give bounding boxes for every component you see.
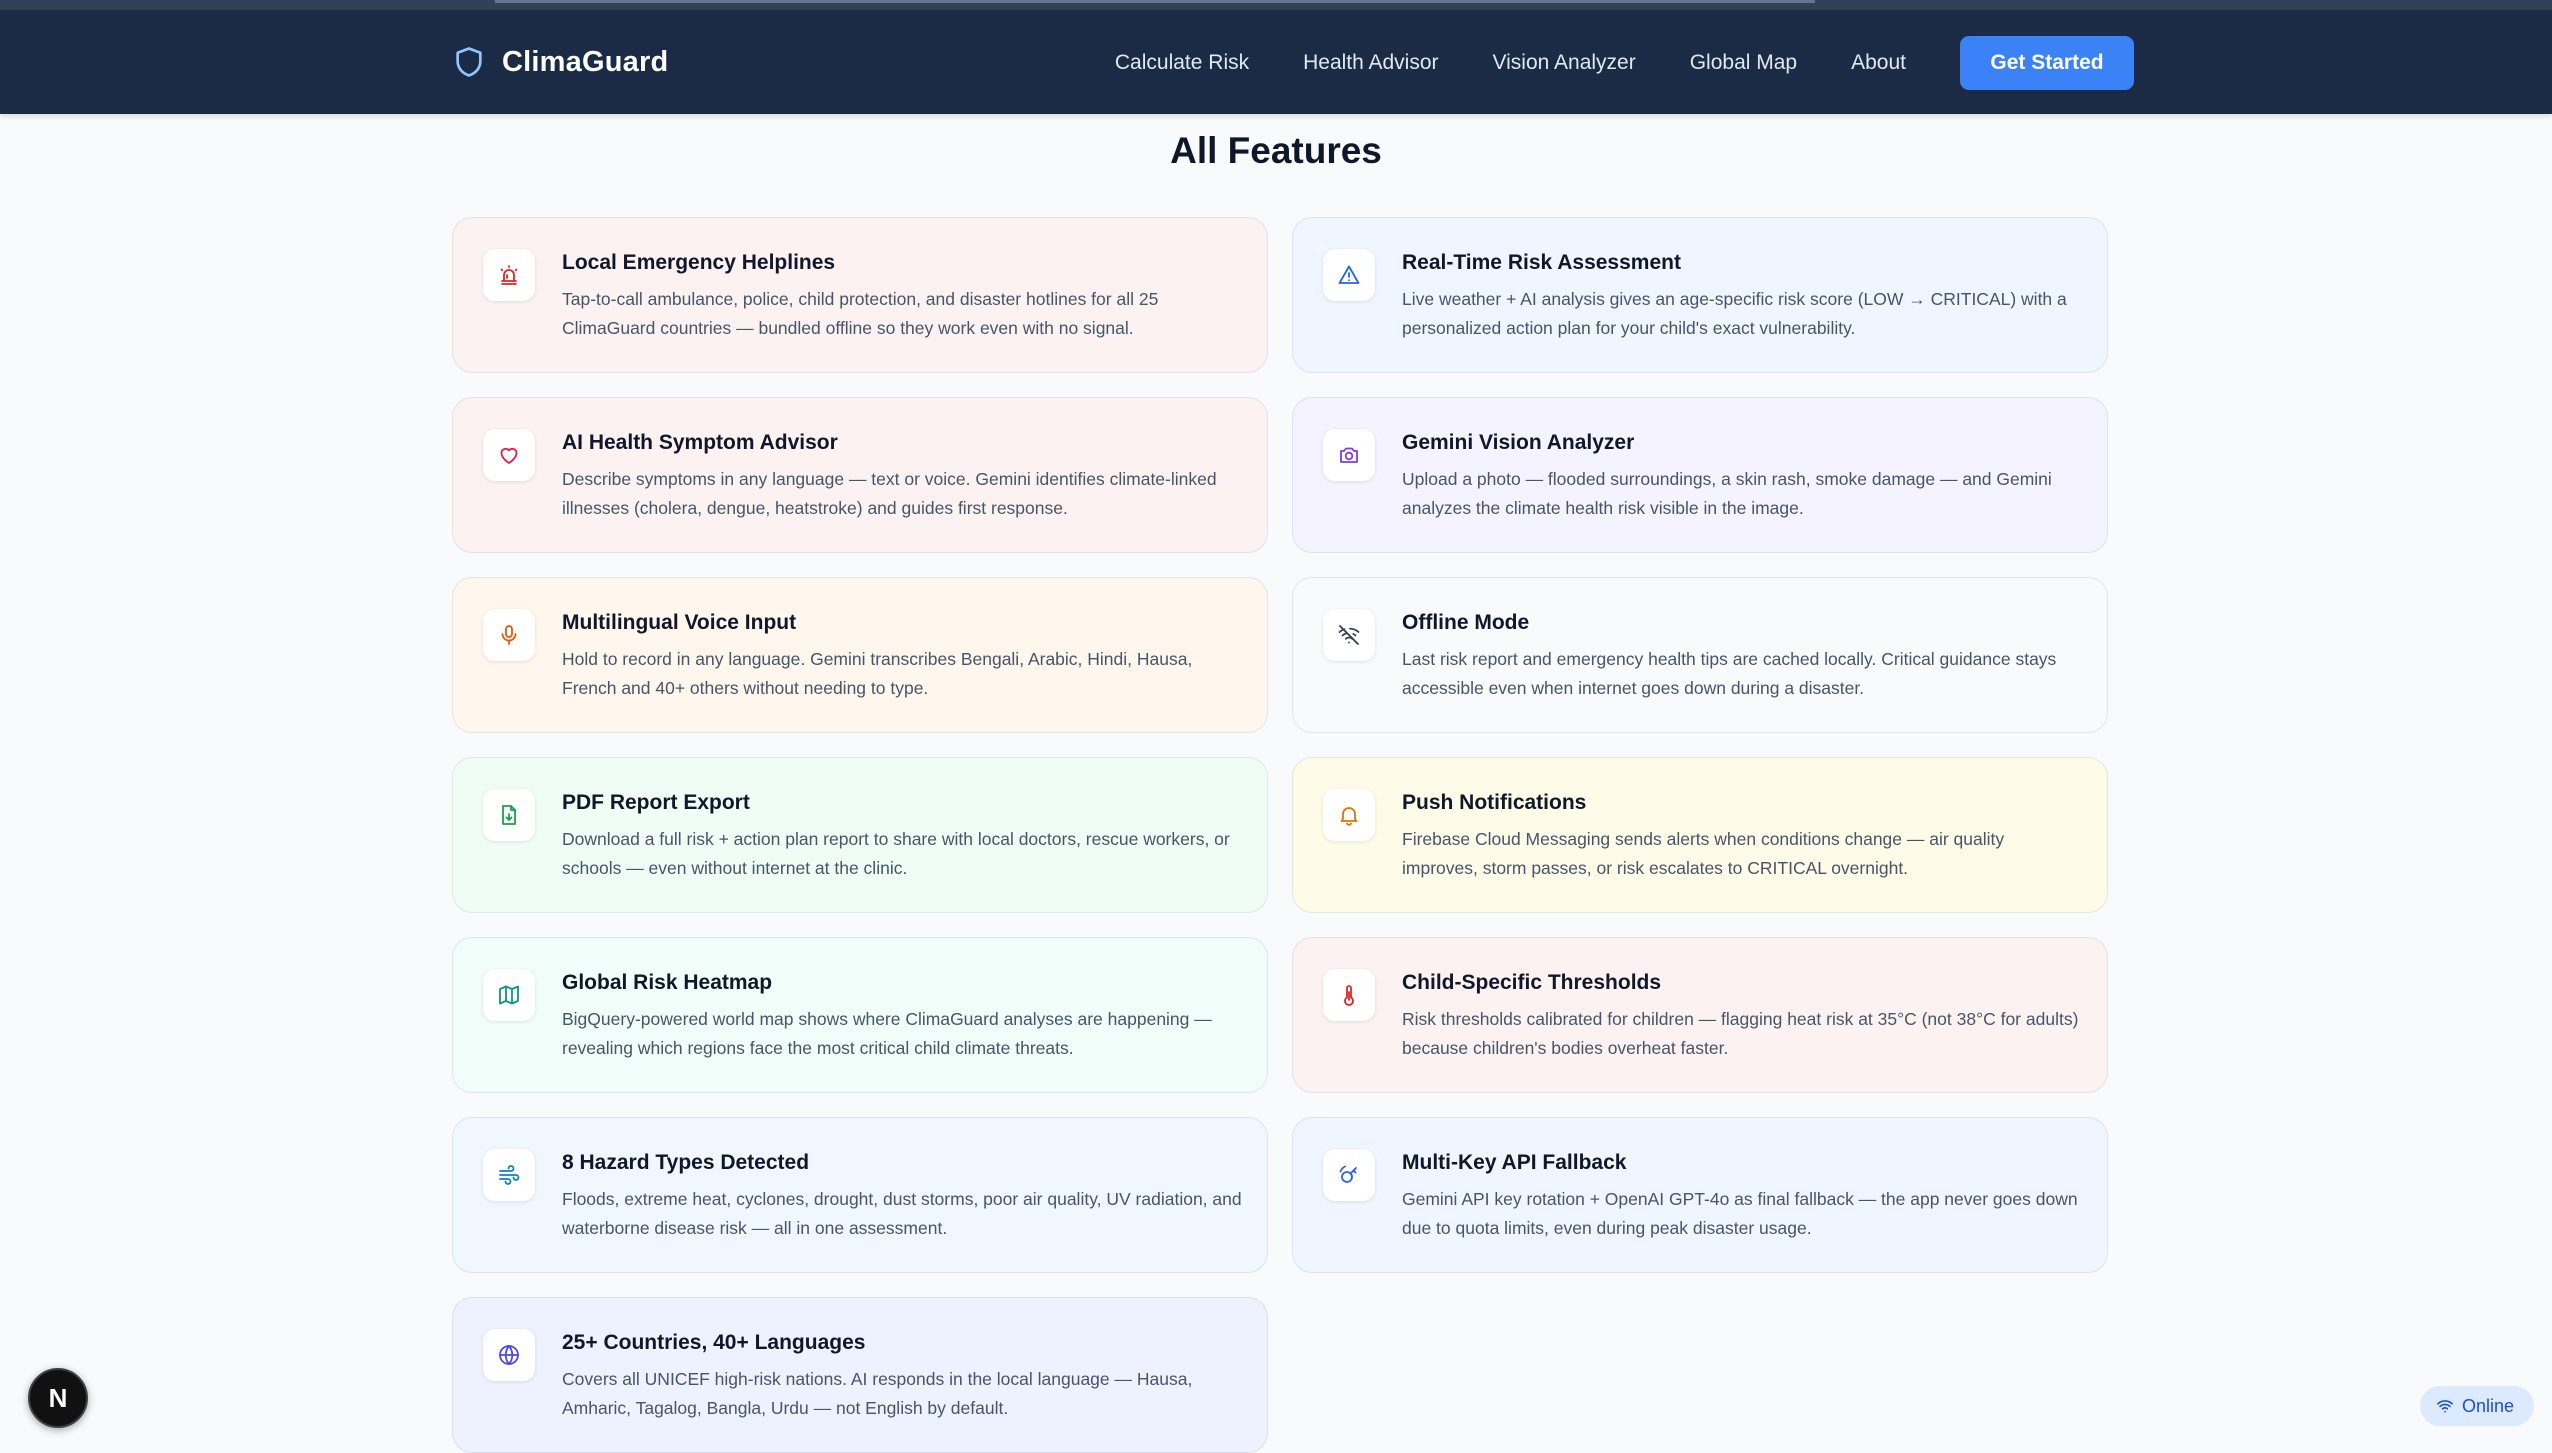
feature-card: Offline Mode Last risk report and emerge… [1292,577,2108,733]
feature-description: Tap-to-call ambulance, police, child pro… [562,289,1159,338]
heart-icon [500,447,518,464]
main-nav: Calculate Risk Health Advisor Vision Ana… [1115,36,2134,90]
feature-description: Firebase Cloud Messaging sends alerts wh… [1402,829,2005,878]
wifi-off-icon [1338,625,1360,645]
feature-title: Multi-Key API Fallback [1402,1151,1627,1174]
bell-icon [1340,807,1358,826]
feature-title: Push Notifications [1402,791,1587,814]
brand-logo[interactable]: ClimaGuard [452,40,668,84]
feature-card: Multi-Key API Fallback Gemini API key ro… [1292,1117,2108,1273]
camera-icon [1340,447,1358,463]
scroll-track [495,0,1815,3]
features-grid: Local Emergency Helplines Tap-to-call am… [452,217,2108,1453]
feature-title: Real-Time Risk Assessment [1402,251,1681,274]
dev-badge-letter: N [48,1382,68,1413]
feature-title: Gemini Vision Analyzer [1402,431,1635,454]
feature-card: AI Health Symptom Advisor Describe sympt… [452,397,1268,553]
wifi-icon [2437,1400,2453,1413]
feature-description: BigQuery-powered world map shows where C… [562,1009,1212,1058]
feature-title: Child-Specific Thresholds [1402,971,1662,994]
feature-card: Real-Time Risk Assessment Live weather +… [1292,217,2108,373]
feature-description: Upload a photo — flooded surroundings, a… [1402,469,2052,518]
nav-vision-analyzer[interactable]: Vision Analyzer [1493,51,1636,75]
feature-title: Local Emergency Helplines [562,251,836,274]
feature-description: Last risk report and emergency health ti… [1402,649,2057,698]
feature-title: 8 Hazard Types Detected [562,1151,810,1174]
shield-icon [456,47,482,77]
browser-top-bar [0,0,2552,10]
feature-card: Child-Specific Thresholds Risk threshold… [1292,937,2108,1093]
feature-description: Download a full risk + action plan repor… [562,829,1230,878]
feature-title: PDF Report Export [562,791,750,814]
feature-title: 25+ Countries, 40+ Languages [562,1331,866,1354]
siren-icon [500,265,518,285]
feature-description: Hold to record in any language. Gemini t… [562,649,1193,698]
nav-global-map[interactable]: Global Map [1690,51,1797,75]
feature-card: Global Risk Heatmap BigQuery-powered wor… [452,937,1268,1093]
feature-description: Floods, extreme heat, cyclones, drought,… [562,1189,1242,1238]
feature-card: Push Notifications Firebase Cloud Messag… [1292,757,2108,913]
feature-card: 8 Hazard Types Detected Floods, extreme … [452,1117,1268,1273]
feature-description: Gemini API key rotation + OpenAI GPT-4o … [1402,1189,2078,1238]
file-download-icon [502,805,516,825]
microphone-icon [501,625,517,645]
feature-description: Describe symptoms in any language — text… [562,469,1217,518]
nav-about[interactable]: About [1851,51,1906,75]
navbar: ClimaGuard Calculate Risk Health Advisor… [0,10,2552,114]
feature-title: Multilingual Voice Input [562,611,797,634]
online-status-badge: Online [2420,1386,2535,1426]
online-status-label: Online [2462,1395,2515,1416]
feature-description: Covers all UNICEF high-risk nations. AI … [562,1369,1193,1418]
page-title: All Features [1170,130,1382,171]
feature-title: AI Health Symptom Advisor [562,431,838,454]
globe-icon [499,1345,519,1365]
thermometer-icon [1344,985,1354,1006]
nav-calculate-risk[interactable]: Calculate Risk [1115,51,1249,75]
feature-card: PDF Report Export Download a full risk +… [452,757,1268,913]
feature-card: Multilingual Voice Input Hold to record … [452,577,1268,733]
feature-title: Global Risk Heatmap [562,971,773,994]
map-icon [499,985,519,1005]
feature-title: Offline Mode [1402,611,1530,634]
feature-description: Risk thresholds calibrated for children … [1402,1009,2079,1058]
dev-tools-badge[interactable]: N [28,1368,88,1428]
get-started-button[interactable]: Get Started [1960,36,2134,90]
feature-card: Gemini Vision Analyzer Upload a photo — … [1292,397,2108,553]
key-rotate-icon [1339,1165,1357,1183]
feature-description: Live weather + AI analysis gives an age-… [1402,289,2067,338]
brand-name: ClimaGuard [502,45,669,78]
nav-health-advisor[interactable]: Health Advisor [1303,51,1438,75]
feature-card: 25+ Countries, 40+ Languages Covers all … [452,1297,1268,1453]
wind-icon [499,1165,520,1185]
warning-triangle-icon [1338,265,1360,284]
feature-card: Local Emergency Helplines Tap-to-call am… [452,217,1268,373]
